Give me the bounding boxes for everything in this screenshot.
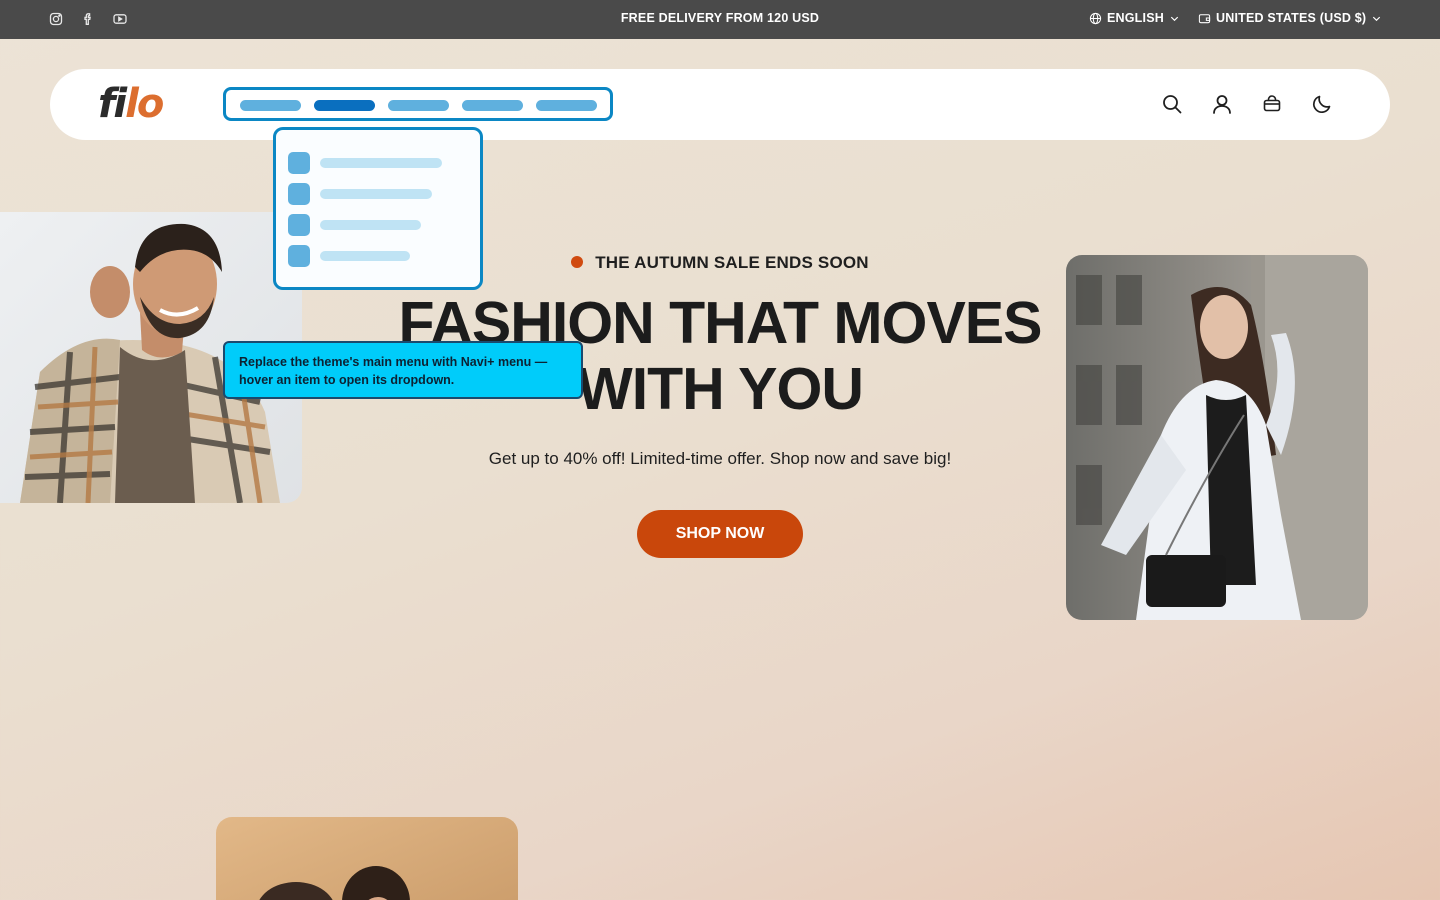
- dark-mode-icon[interactable]: [1311, 93, 1333, 115]
- nav-item-3[interactable]: [388, 100, 449, 111]
- currency-selector[interactable]: UNITED STATES (USD $): [1198, 11, 1382, 25]
- dropdown-item-1[interactable]: [288, 152, 468, 174]
- account-icon[interactable]: [1211, 93, 1233, 115]
- globe-icon: [1089, 12, 1102, 24]
- hero-subtitle: Get up to 40% off! Limited-time offer. S…: [488, 449, 952, 468]
- filo-logo[interactable]: filo: [98, 81, 164, 127]
- site-header: filo: [50, 69, 1390, 140]
- hero-title-line-1: FASHION THAT MOVES: [398, 290, 1042, 356]
- tooltip-line-2: hover an item to open its dropdown.: [239, 373, 455, 387]
- wallet-icon: [1198, 13, 1211, 23]
- collection-image: [216, 817, 518, 900]
- language-selector[interactable]: ENGLISH: [1089, 11, 1180, 25]
- dropdown-item-icon: [288, 152, 310, 174]
- hero-title: FASHION THAT MOVES WITH YOU: [0, 290, 1440, 422]
- dropdown-item-icon: [288, 183, 310, 205]
- navi-tooltip: Replace the theme's main menu with Navi+…: [223, 341, 583, 399]
- dropdown-item-2[interactable]: [288, 183, 468, 205]
- announcement-bar: FREE DELIVERY FROM 120 USD ENGLISH UNITE…: [0, 0, 1440, 39]
- eyebrow-text: THE AUTUMN SALE ENDS SOON: [595, 253, 869, 272]
- sale-eyebrow: THE AUTUMN SALE ENDS SOON: [0, 253, 1440, 273]
- hero-title-line-2: WITH YOU: [577, 356, 864, 422]
- chevron-down-icon: [1170, 16, 1179, 21]
- dropdown-item-icon: [288, 214, 310, 236]
- nav-item-5[interactable]: [536, 100, 597, 111]
- nav-item-4[interactable]: [462, 100, 523, 111]
- navi-menu-mock: [223, 87, 613, 121]
- dropdown-item-3[interactable]: [288, 214, 468, 236]
- shop-now-button[interactable]: SHOP NOW: [637, 510, 803, 558]
- nav-item-1[interactable]: [240, 100, 301, 111]
- status-dot: [571, 256, 584, 268]
- chevron-down-icon: [1373, 16, 1381, 21]
- nav-item-2-active[interactable]: [314, 100, 375, 111]
- currency-label: UNITED STATES (USD $): [1216, 11, 1367, 25]
- tooltip-line-1: Replace the theme's main menu with Navi+…: [239, 355, 548, 369]
- search-icon[interactable]: [1161, 93, 1183, 115]
- cart-icon[interactable]: [1261, 93, 1283, 115]
- language-label: ENGLISH: [1107, 11, 1164, 25]
